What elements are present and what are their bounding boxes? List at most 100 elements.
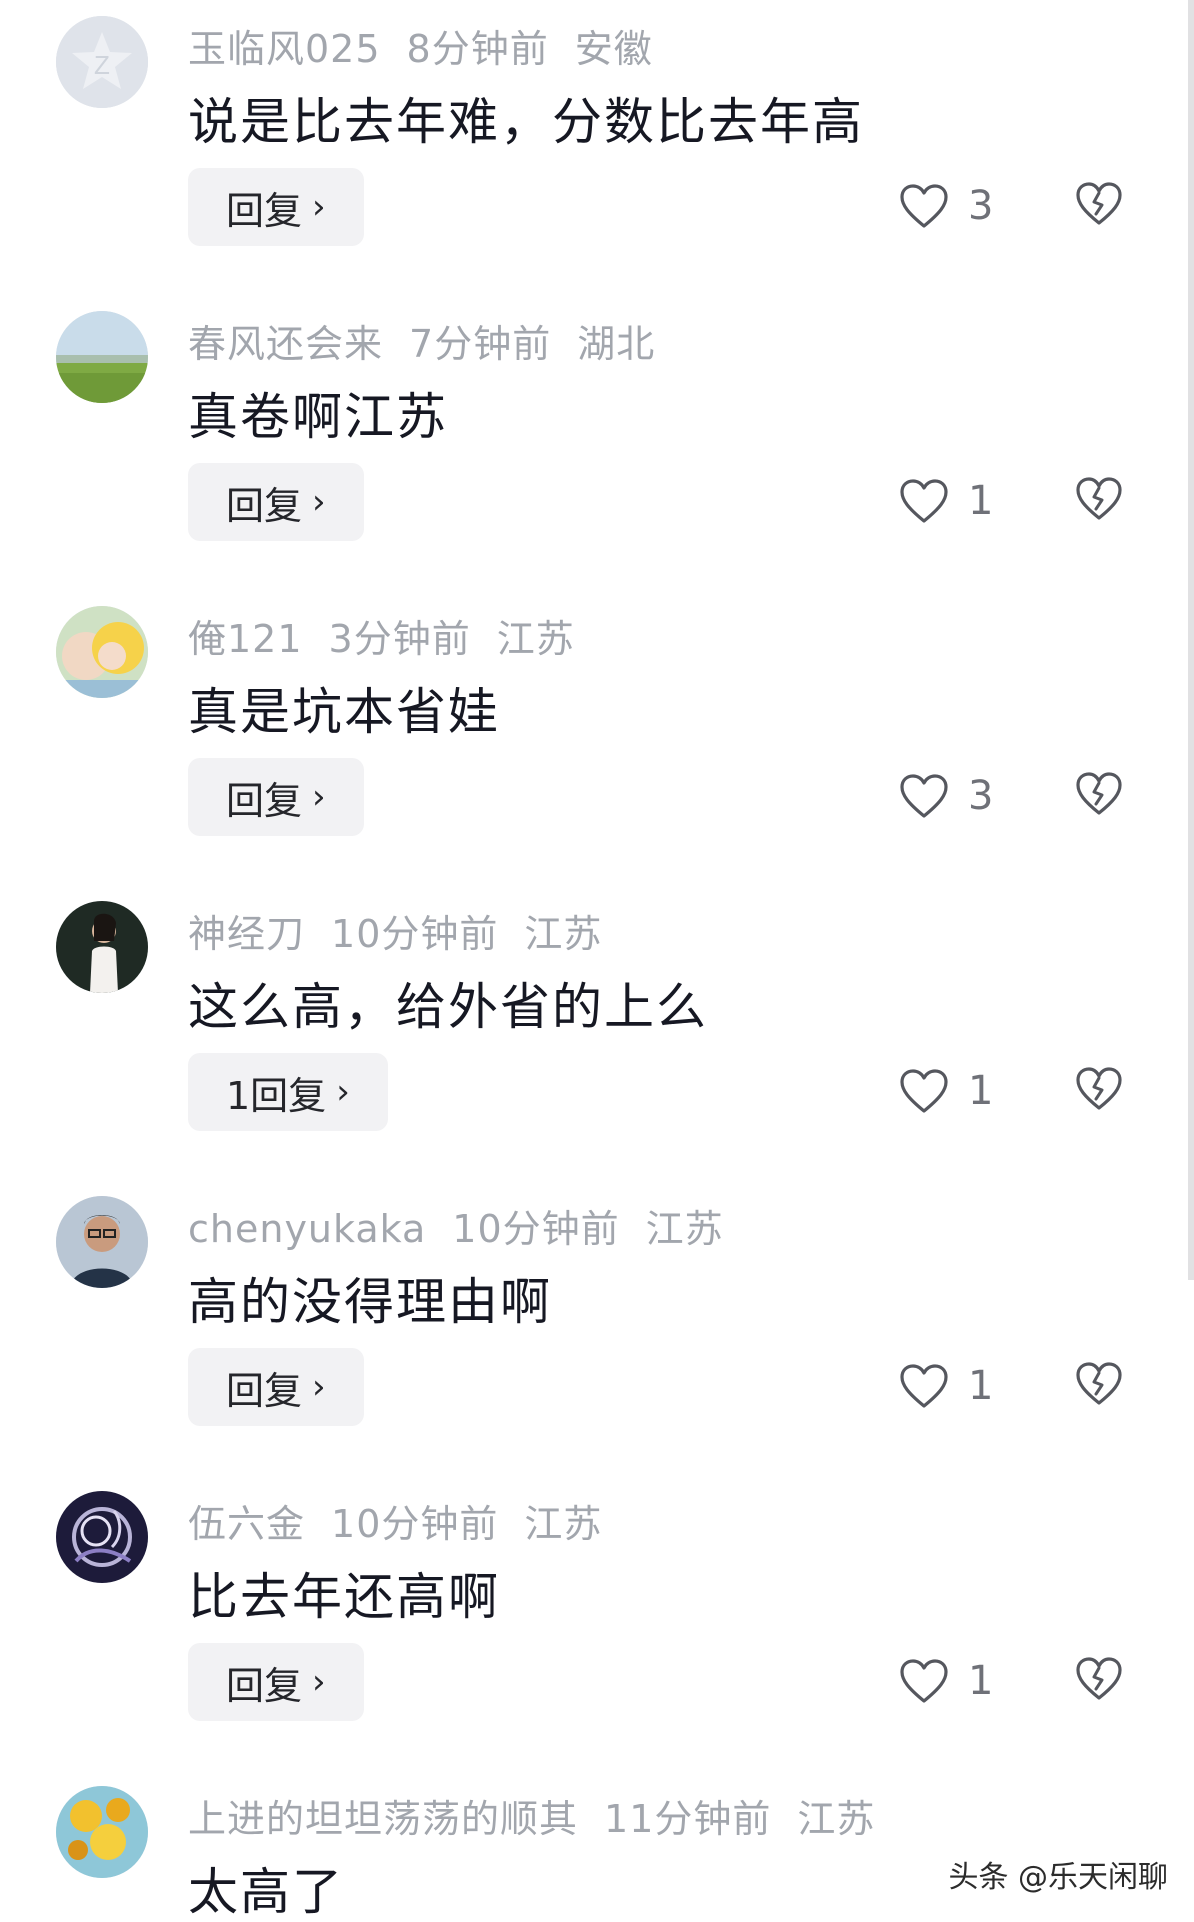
svg-text:Z: Z	[94, 50, 110, 80]
like-count: 1	[968, 1363, 994, 1409]
comment-item: 俺121 3分钟前 江苏 真是坑本省娃 回复 › 3	[0, 590, 1194, 885]
like-button[interactable]: 1	[898, 1063, 993, 1119]
comment-text: 真是坑本省娃	[188, 683, 500, 741]
dislike-button[interactable]	[1074, 476, 1124, 522]
location: 安徽	[574, 27, 653, 71]
like-count: 3	[968, 183, 994, 229]
timestamp: 10分钟前	[331, 1502, 499, 1546]
like-button[interactable]: 3	[898, 178, 993, 234]
broken-heart-icon	[1076, 182, 1122, 225]
location: 湖北	[577, 322, 656, 366]
location: 江苏	[524, 912, 603, 956]
reply-label: 1回复	[226, 1073, 327, 1118]
dislike-button[interactable]	[1074, 771, 1124, 817]
like-button[interactable]: 3	[898, 768, 993, 824]
heart-outline-icon	[900, 184, 948, 228]
timestamp: 3分钟前	[328, 617, 471, 661]
reply-button[interactable]: 回复 ›	[188, 463, 364, 541]
user-avatar[interactable]: Z	[56, 16, 148, 108]
broken-heart-icon	[1076, 1362, 1122, 1405]
reply-label: 回复	[226, 483, 303, 528]
chevron-right-icon: ›	[312, 1367, 326, 1407]
reply-label: 回复	[226, 1368, 303, 1413]
username[interactable]: 伍六金	[188, 1502, 305, 1546]
comment-meta: 上进的坦坦荡荡的顺其 11分钟前 江苏	[188, 1788, 901, 1843]
user-avatar[interactable]	[56, 311, 148, 403]
person-photo-avatar-icon	[56, 901, 148, 993]
default-star-avatar-icon: Z	[56, 16, 148, 108]
heart-outline-icon	[900, 774, 948, 818]
username[interactable]: chenyukaka	[188, 1207, 426, 1251]
comment-text: 说是比去年难，分数比去年高	[188, 93, 864, 151]
man-with-glasses-avatar-icon	[56, 1196, 148, 1288]
dislike-button[interactable]	[1074, 1656, 1124, 1702]
landscape-avatar-icon	[56, 311, 148, 403]
comment-text: 太高了	[188, 1863, 344, 1921]
like-count: 3	[968, 773, 994, 819]
comment-meta: 俺121 3分钟前 江苏	[188, 608, 601, 663]
comment-item: 上进的坦坦荡荡的顺其 11分钟前 江苏 太高了	[0, 1770, 1194, 1922]
timestamp: 8分钟前	[406, 27, 549, 71]
cartoon-avatar-icon	[56, 606, 148, 698]
location: 江苏	[496, 617, 575, 661]
reply-button[interactable]: 回复 ›	[188, 1643, 364, 1721]
comment-list-page: Z 玉临风025 8分钟前 安徽 说是比去年难，分数比去年高 回复 › 3 春风…	[0, 0, 1194, 1922]
timestamp: 11分钟前	[604, 1797, 772, 1841]
comment-text: 高的没得理由啊	[188, 1273, 552, 1331]
comment-text: 这么高，给外省的上么	[188, 978, 708, 1036]
heart-outline-icon	[900, 1659, 948, 1703]
timestamp: 10分钟前	[331, 912, 499, 956]
reply-button[interactable]: 回复 ›	[188, 168, 364, 246]
comment-item: Z 玉临风025 8分钟前 安徽 说是比去年难，分数比去年高 回复 › 3	[0, 0, 1194, 295]
chevron-right-icon: ›	[336, 1072, 350, 1112]
username[interactable]: 玉临风025	[188, 27, 381, 71]
like-button[interactable]: 1	[898, 1358, 993, 1414]
reply-button[interactable]: 1回复 ›	[188, 1053, 388, 1131]
username[interactable]: 上进的坦坦荡荡的顺其	[188, 1797, 578, 1841]
abstract-art-avatar-icon	[56, 1491, 148, 1583]
reply-label: 回复	[226, 188, 303, 233]
reply-label: 回复	[226, 1663, 303, 1708]
dislike-button[interactable]	[1074, 181, 1124, 227]
comment-text: 比去年还高啊	[188, 1568, 500, 1626]
user-avatar[interactable]	[56, 606, 148, 698]
comment-meta: 春风还会来 7分钟前 湖北	[188, 313, 681, 368]
broken-heart-icon	[1076, 477, 1122, 520]
scrollbar[interactable]	[1188, 0, 1194, 1280]
like-count: 1	[968, 478, 994, 524]
user-avatar[interactable]	[56, 1786, 148, 1878]
chevron-right-icon: ›	[312, 777, 326, 817]
comment-text: 真卷啊江苏	[188, 388, 448, 446]
username[interactable]: 俺121	[188, 617, 303, 661]
broken-heart-icon	[1076, 1067, 1122, 1110]
comment-meta: chenyukaka 10分钟前 江苏	[188, 1198, 750, 1253]
comment-meta: 玉临风025 8分钟前 安徽	[188, 18, 679, 73]
dislike-button[interactable]	[1074, 1066, 1124, 1112]
broken-heart-icon	[1076, 1657, 1122, 1700]
user-avatar[interactable]	[56, 1196, 148, 1288]
comment-meta: 神经刀 10分钟前 江苏	[188, 903, 628, 958]
reply-button[interactable]: 回复 ›	[188, 1348, 364, 1426]
like-count: 1	[968, 1068, 994, 1114]
like-button[interactable]: 1	[898, 1653, 993, 1709]
heart-outline-icon	[900, 1069, 948, 1113]
heart-outline-icon	[900, 1364, 948, 1408]
location: 江苏	[797, 1797, 876, 1841]
yellow-flower-avatar-icon	[56, 1786, 148, 1878]
comment-item: chenyukaka 10分钟前 江苏 高的没得理由啊 回复 › 1	[0, 1180, 1194, 1475]
user-avatar[interactable]	[56, 901, 148, 993]
username[interactable]: 春风还会来	[188, 322, 383, 366]
dislike-button[interactable]	[1074, 1361, 1124, 1407]
timestamp: 7分钟前	[409, 322, 552, 366]
comment-item: 春风还会来 7分钟前 湖北 真卷啊江苏 回复 › 1	[0, 295, 1194, 590]
username[interactable]: 神经刀	[188, 912, 305, 956]
user-avatar[interactable]	[56, 1491, 148, 1583]
reply-label: 回复	[226, 778, 303, 823]
like-button[interactable]: 1	[898, 473, 993, 529]
chevron-right-icon: ›	[312, 482, 326, 522]
like-count: 1	[968, 1658, 994, 1704]
comment-item: 伍六金 10分钟前 江苏 比去年还高啊 回复 › 1	[0, 1475, 1194, 1770]
comment-meta: 伍六金 10分钟前 江苏	[188, 1493, 628, 1548]
reply-button[interactable]: 回复 ›	[188, 758, 364, 836]
chevron-right-icon: ›	[312, 187, 326, 227]
